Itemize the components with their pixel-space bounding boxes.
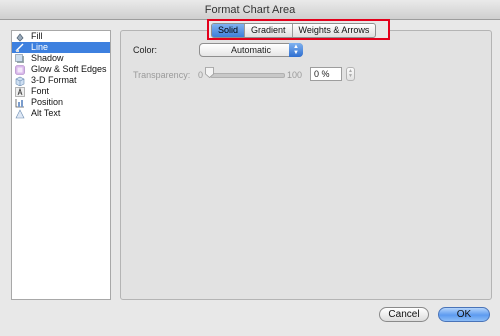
sidebar-item-label: Glow & Soft Edges xyxy=(31,64,107,74)
slider-min-label: 0 xyxy=(198,70,204,80)
tab-solid[interactable]: Solid xyxy=(212,24,246,37)
transparency-slider[interactable] xyxy=(210,73,285,78)
transparency-label: Transparency: xyxy=(133,70,191,80)
cancel-button[interactable]: Cancel xyxy=(379,307,429,322)
transparency-stepper[interactable]: ▲ ▼ xyxy=(346,67,355,81)
sidebar-item-font[interactable]: Font xyxy=(12,86,110,97)
color-popup-value: Automatic xyxy=(230,45,272,55)
paint-bucket-icon xyxy=(15,32,25,42)
sidebar-item-position[interactable]: Position xyxy=(12,97,110,108)
sidebar-item-label: Line xyxy=(31,42,49,52)
sidebar-item-glow-soft-edges[interactable]: Glow & Soft Edges xyxy=(12,64,110,75)
transparency-field[interactable]: 0 % xyxy=(310,67,342,81)
sidebar-item-label: Shadow xyxy=(31,53,64,63)
font-icon xyxy=(15,86,25,97)
sidebar-item-3d-format[interactable]: 3-D Format xyxy=(12,75,110,86)
glow-icon xyxy=(15,64,25,75)
tab-weights-arrows[interactable]: Weights & Arrows xyxy=(293,24,376,37)
slider-max-label: 100 xyxy=(287,70,303,80)
position-icon xyxy=(15,98,25,108)
sidebar-item-label: 3-D Format xyxy=(31,75,77,85)
sidebar-item-label: Fill xyxy=(31,31,43,41)
color-popup[interactable]: Automatic ▲ ▼ xyxy=(199,43,303,57)
sidebar-item-label: Position xyxy=(31,97,64,107)
line-type-tabs: Solid Gradient Weights & Arrows xyxy=(211,23,377,38)
tab-gradient[interactable]: Gradient xyxy=(245,24,293,37)
sidebar-item-line[interactable]: Line xyxy=(12,42,110,53)
alt-text-icon xyxy=(15,108,25,119)
category-list: Fill Line Shadow Glow & Soft Edges 3-D F… xyxy=(11,30,111,300)
sidebar-item-alt-text[interactable]: Alt Text xyxy=(12,108,110,119)
sidebar-item-fill[interactable]: Fill xyxy=(12,31,110,42)
popup-arrows-icon: ▲ ▼ xyxy=(289,43,303,57)
shadow-icon xyxy=(15,53,25,64)
sidebar-item-label: Alt Text xyxy=(31,108,61,118)
slider-thumb[interactable] xyxy=(205,67,214,79)
sidebar-item-label: Font xyxy=(31,86,50,96)
tabs-highlight-box: Solid Gradient Weights & Arrows xyxy=(207,19,390,40)
line-brush-icon xyxy=(15,43,25,53)
cube-icon xyxy=(15,76,25,86)
ok-button[interactable]: OK xyxy=(438,307,490,322)
sidebar-item-shadow[interactable]: Shadow xyxy=(12,53,110,64)
window-title: Format Chart Area xyxy=(0,0,500,20)
color-label: Color: xyxy=(133,45,158,55)
